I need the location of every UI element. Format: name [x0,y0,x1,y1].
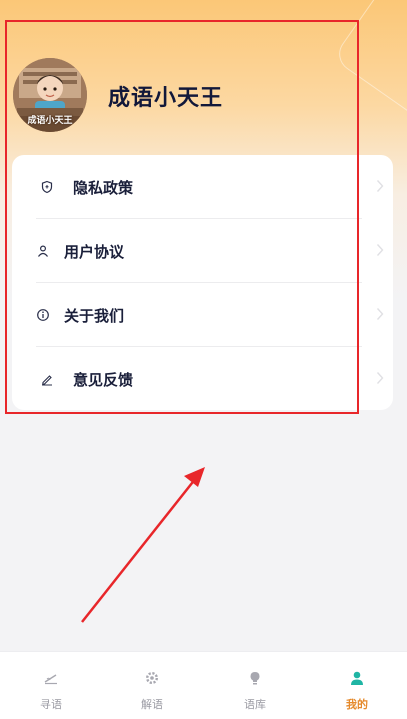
info-icon [36,308,50,322]
person-icon [349,670,365,686]
menu-item-about-us[interactable]: 关于我们 [36,283,384,347]
avatar-caption: 成语小天王 [27,116,73,126]
chevron-right-icon [376,180,384,192]
gear-icon [144,670,160,686]
menu-item-privacy-policy[interactable]: 隐私政策 [36,155,384,219]
user-icon [36,244,50,258]
profile-name: 成语小天王 [108,86,224,111]
chevron-right-icon [376,372,384,384]
tab-explain-idiom[interactable]: 解语 [101,652,203,719]
lightbulb-icon [247,670,263,686]
menu-item-label: 意见反馈 [73,370,134,389]
tab-mine[interactable]: 我的 [306,652,407,719]
menu-item-user-agreement[interactable]: 用户协议 [36,219,384,283]
tab-search-idiom[interactable]: 寻语 [0,652,102,719]
tab-label: 解语 [141,698,163,711]
menu-item-label: 用户协议 [64,242,125,261]
shield-icon [40,180,54,194]
menu-item-feedback[interactable]: 意见反馈 [36,347,384,411]
tab-label: 寻语 [40,698,62,711]
bottom-tab-bar: 寻语 解语 语库 我的 [0,651,407,719]
tab-label: 语库 [244,698,266,711]
chevron-right-icon [376,308,384,320]
writing-icon [43,670,59,686]
header-decoration [332,0,407,140]
menu-item-label: 隐私政策 [73,178,134,197]
chevron-right-icon [376,244,384,256]
avatar[interactable]: 成语小天王 [13,58,87,132]
tab-idiom-library[interactable]: 语库 [204,652,306,719]
settings-menu-card: 隐私政策 用户协议 关于我们 意见反馈 [12,155,393,410]
pencil-icon [40,372,54,386]
tab-label: 我的 [346,698,368,711]
menu-item-label: 关于我们 [64,306,125,325]
